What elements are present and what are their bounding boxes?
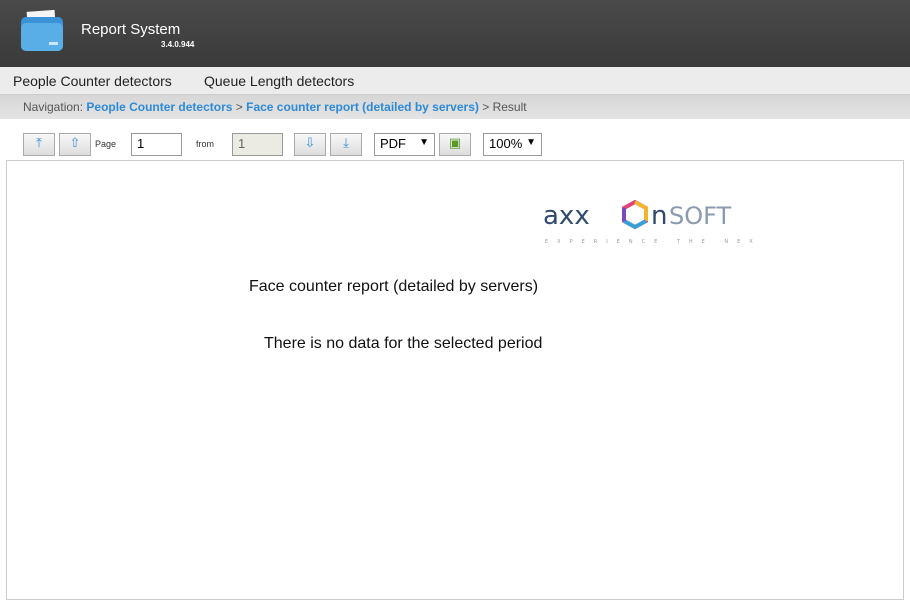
next-page-button[interactable]: ⇩ — [294, 133, 326, 156]
app-version: 3.4.0.944 — [161, 40, 195, 49]
export-icon: ▣ — [448, 136, 462, 151]
breadcrumb-separator: > — [482, 100, 490, 114]
app-header: Report System 3.4.0.944 — [0, 0, 910, 67]
dropdown-arrow-icon: ▼ — [419, 137, 429, 148]
menu-queue-length[interactable]: Queue Length detectors — [204, 73, 354, 89]
breadcrumb-face-report[interactable]: Face counter report (detailed by servers… — [246, 100, 479, 114]
first-page-button[interactable]: ⤒ — [23, 133, 55, 156]
breadcrumb-people-counter[interactable]: People Counter detectors — [86, 100, 232, 114]
report-title: Face counter report (detailed by servers… — [249, 278, 539, 295]
breadcrumb-current: Result — [492, 100, 527, 114]
export-format-select[interactable]: PDF ▼ — [374, 133, 435, 156]
svg-text:axx: axx — [543, 201, 590, 231]
svg-text:n: n — [651, 201, 667, 231]
zoom-select[interactable]: 100% ▼ — [483, 133, 542, 156]
export-format-value: PDF — [380, 136, 406, 151]
breadcrumb-prefix: Navigation: — [23, 100, 84, 114]
prev-page-button[interactable]: ⇧ — [59, 133, 91, 156]
last-page-button[interactable]: ⤓ — [330, 133, 362, 156]
folder-logo-icon — [21, 9, 63, 51]
from-label: from — [196, 139, 214, 149]
arrow-up-icon: ⇧ — [69, 136, 81, 151]
breadcrumb: Navigation: People Counter detectors > F… — [0, 95, 910, 119]
main-menu: People Counter detectors Queue Length de… — [0, 67, 910, 95]
axxonsoft-logo: axx n SOFT EXPERIENCE THE NEXT — [538, 196, 765, 252]
report-page — [6, 160, 904, 600]
svg-text:EXPERIENCE THE NEXT: EXPERIENCE THE NEXT — [545, 239, 758, 245]
dropdown-arrow-icon: ▼ — [526, 137, 536, 148]
svg-text:SOFT: SOFT — [669, 202, 732, 230]
no-data-message: There is no data for the selected period — [264, 335, 543, 352]
export-button[interactable]: ▣ — [439, 133, 471, 156]
page-input[interactable]: 1 — [131, 133, 182, 156]
breadcrumb-separator: > — [235, 100, 243, 114]
last-page-icon: ⤓ — [343, 136, 349, 151]
zoom-value: 100% — [489, 136, 523, 151]
arrow-down-icon: ⇩ — [304, 136, 316, 151]
total-pages-field: 1 — [232, 133, 283, 156]
app-title: Report System — [81, 21, 181, 38]
first-page-icon: ⤒ — [36, 136, 42, 151]
menu-people-counter[interactable]: People Counter detectors — [13, 73, 172, 89]
page-label: Page — [95, 139, 117, 149]
